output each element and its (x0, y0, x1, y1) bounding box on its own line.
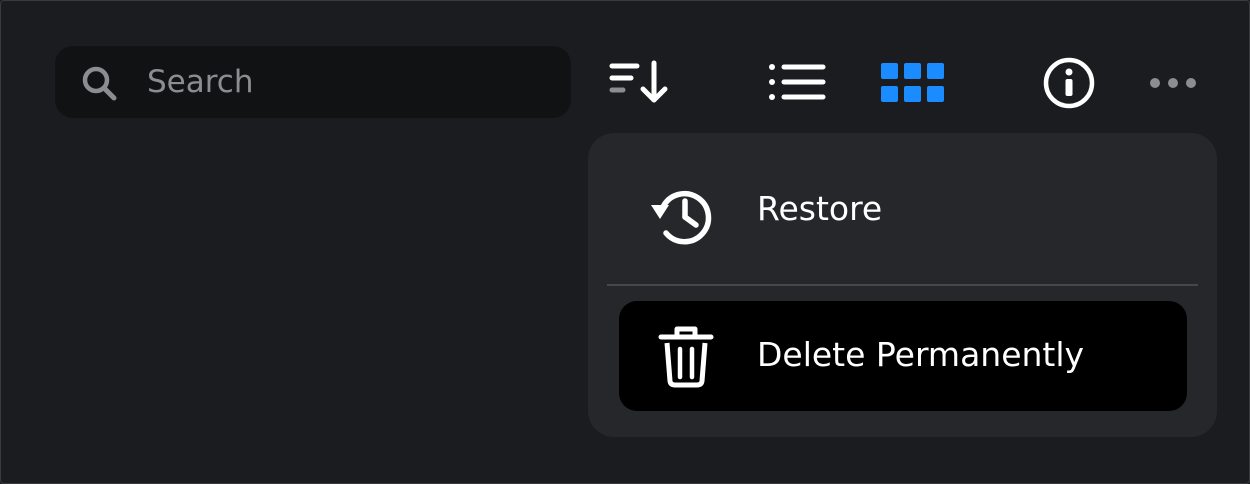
sort-descending-icon[interactable] (607, 58, 671, 106)
grid-view-icon[interactable] (879, 61, 947, 105)
menu-divider (607, 284, 1198, 286)
restore-label: Restore (757, 189, 883, 228)
search-input[interactable] (147, 56, 547, 108)
app-window: Restore Delete Permanently (0, 0, 1250, 484)
restore-history-icon (651, 190, 712, 245)
delete-permanently-menu-item[interactable]: Delete Permanently (619, 301, 1187, 411)
more-options-icon[interactable] (1147, 71, 1199, 95)
search-icon (82, 66, 117, 101)
trash-icon (658, 326, 714, 388)
list-view-icon[interactable] (767, 61, 827, 105)
info-icon[interactable] (1041, 55, 1097, 111)
restore-menu-item[interactable]: Restore (608, 149, 1197, 275)
context-menu: Restore Delete Permanently (588, 133, 1217, 437)
delete-permanently-label: Delete Permanently (757, 335, 1085, 374)
